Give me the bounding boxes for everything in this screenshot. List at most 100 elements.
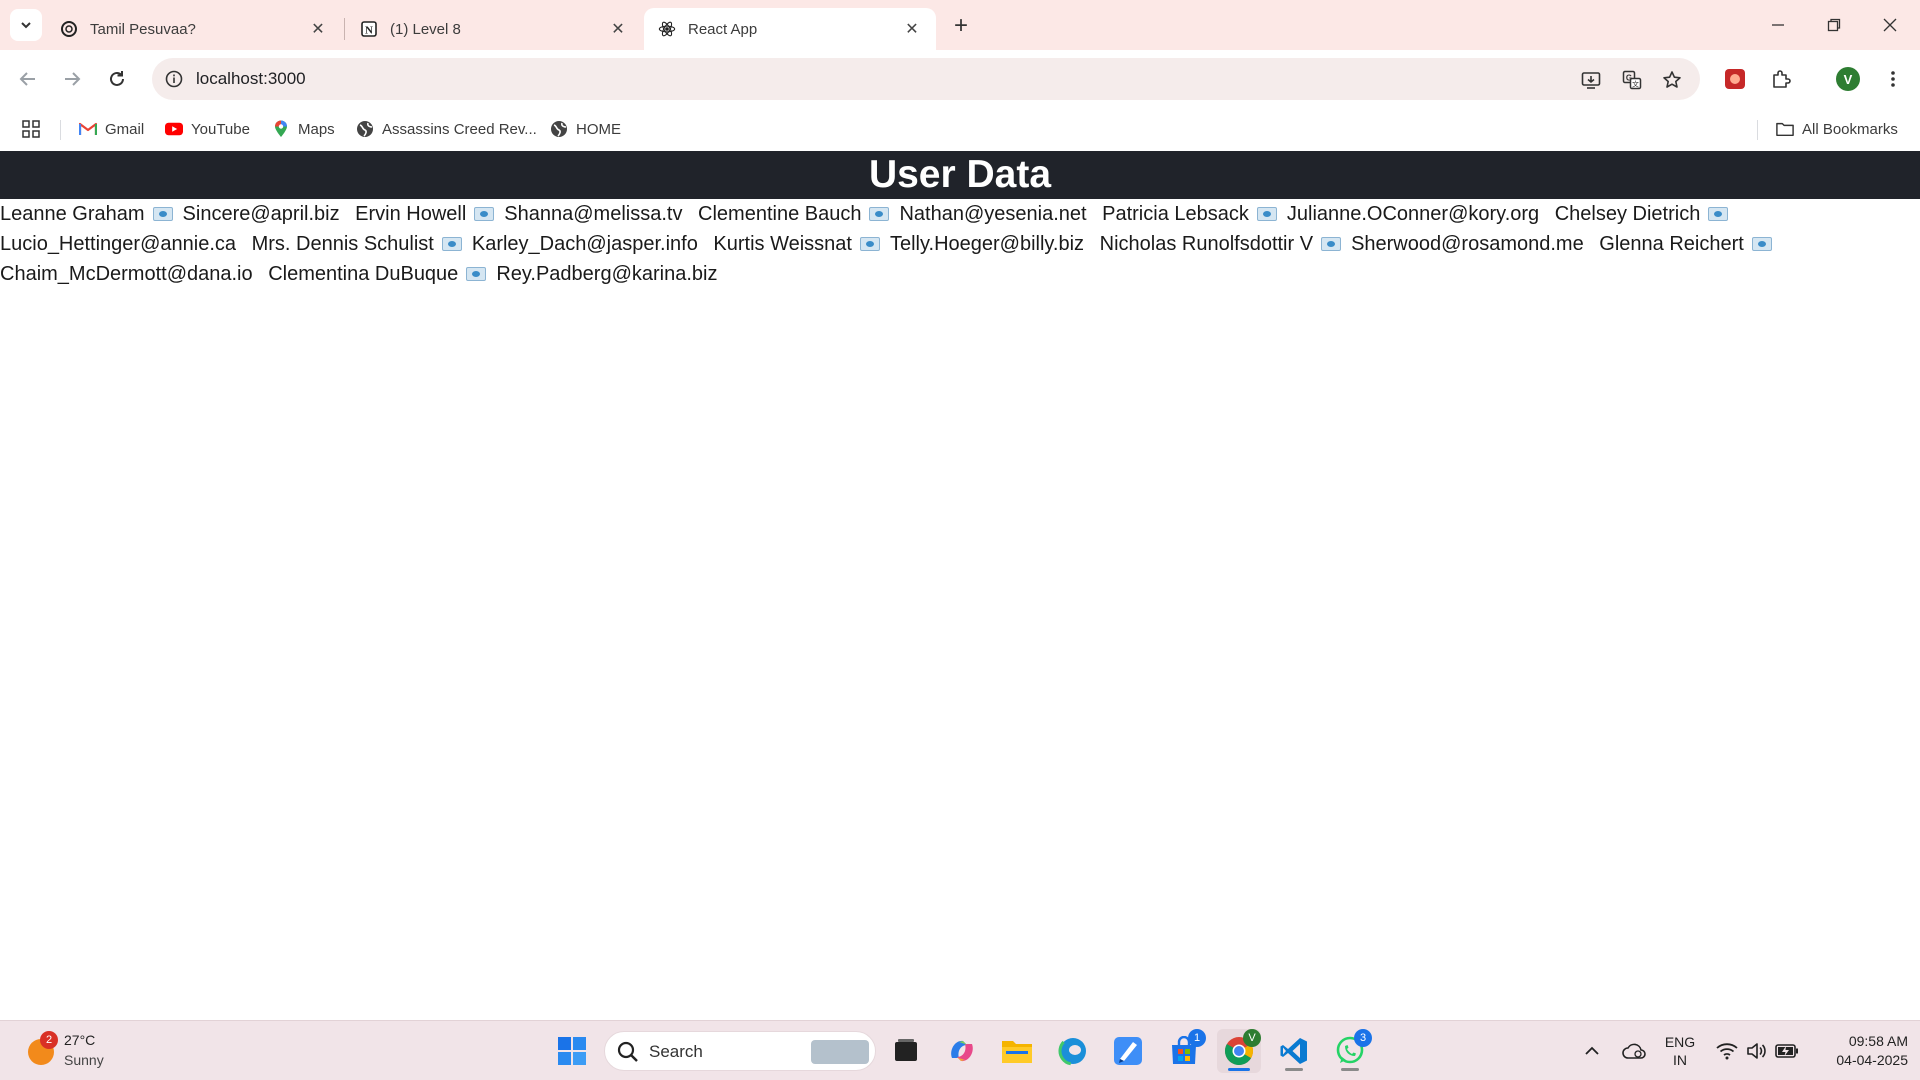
user-email: Telly.Hoeger@billy.biz [889,233,1085,255]
globe-icon [550,120,568,138]
extension-app-icon [1725,69,1745,89]
all-bookmarks-button[interactable]: All Bookmarks [1776,115,1898,143]
email-icon [1256,207,1277,221]
user-item: Leanne Graham Sincere@april.biz [0,203,350,225]
cloud-sync-button[interactable] [1618,1021,1650,1080]
user-item: Nicholas Runolfsdottir V Sherwood@rosamon… [1100,233,1594,255]
show-hidden-icons-button[interactable] [1578,1021,1606,1080]
clock-time: 09:58 AM [1848,1033,1908,1049]
taskbar-edge[interactable] [1051,1029,1095,1073]
tab-search-button[interactable] [10,9,42,41]
restore-button[interactable] [1806,0,1862,50]
user-email: Chaim_McDermott@dana.io [0,263,253,285]
bookmark-assassins-creed[interactable]: Assassins Creed Rev... [356,115,537,143]
user-list: Leanne Graham Sincere@april.biz Ervin How… [0,199,1920,289]
edge-icon [1058,1036,1088,1066]
user-item: Patricia Lebsack Julianne.OConner@kory.or… [1102,203,1549,225]
weather-widget[interactable]: 2 27°C Sunny [24,1031,164,1073]
email-icon [869,207,890,221]
notification-badge: 1 [1188,1029,1206,1047]
minimize-icon [1772,24,1784,26]
tab-react-app[interactable]: React App ✕ [644,8,936,50]
taskbar-search[interactable]: Search [604,1031,876,1071]
start-button[interactable] [550,1029,594,1073]
bookmarks-bar: Gmail YouTube Maps Assassins Creed Rev..… [0,108,1920,151]
bookmark-label: HOME [576,120,621,138]
site-info-icon[interactable] [162,67,186,91]
close-window-button[interactable] [1862,0,1918,50]
user-name: Patricia Lebsack [1102,203,1249,225]
weather-temperature: 27°C [64,1032,96,1048]
bookmark-label: Maps [298,120,335,138]
minimize-button[interactable] [1750,0,1806,50]
bookmark-maps[interactable]: Maps [272,115,335,143]
network-button[interactable] [1712,1021,1742,1080]
user-name: Leanne Graham [0,203,145,225]
weather-condition: Sunny [64,1052,104,1068]
forward-button[interactable] [56,63,88,95]
apps-button[interactable] [22,115,40,143]
translate-icon[interactable]: G文 [1619,67,1645,93]
user-name: Kurtis Weissnat [713,233,852,255]
bookmark-label: YouTube [191,120,250,138]
bookmark-youtube[interactable]: YouTube [165,115,250,143]
folder-icon [1002,1041,1032,1063]
taskbar-clock[interactable]: 09:58 AM 04-04-2025 [1808,1032,1908,1070]
new-tab-button[interactable]: + [945,10,977,42]
taskbar-copilot[interactable] [940,1029,984,1073]
page-viewport: User Data Leanne Graham Sincere@april.biz… [0,151,1920,1020]
task-view-button[interactable] [884,1029,928,1073]
taskbar-file-explorer[interactable] [995,1029,1039,1073]
bookmark-star-icon[interactable] [1659,67,1685,93]
notion-icon: N [360,20,378,38]
install-app-icon[interactable] [1578,67,1604,93]
input-language-indicator[interactable]: ENG IN [1658,1033,1702,1069]
taskbar-draw-app[interactable] [1106,1029,1150,1073]
close-tab-icon[interactable]: ✕ [308,19,328,39]
bookmark-home[interactable]: HOME [550,115,621,143]
url-text[interactable]: localhost:3000 [196,69,306,89]
tab-level-8[interactable]: N (1) Level 8 ✕ [346,8,642,50]
tab-title: (1) Level 8 [390,20,461,38]
volume-button[interactable] [1742,1021,1772,1080]
restore-icon [1827,18,1841,32]
user-email: Julianne.OConner@kory.org [1286,203,1540,225]
email-icon [1708,207,1729,221]
user-email: Nathan@yesenia.net [899,203,1087,225]
react-icon [658,20,676,38]
vscode-icon [1280,1038,1307,1064]
cloud-icon [1622,1043,1646,1059]
puzzle-icon [1773,70,1791,88]
close-tab-icon[interactable]: ✕ [608,19,628,39]
page-header: User Data [0,151,1920,199]
taskbar-whatsapp[interactable]: 3 [1328,1029,1372,1073]
reload-button[interactable] [101,63,133,95]
running-app-indicator [1285,1068,1303,1071]
address-bar[interactable]: localhost:3000 G文 [152,58,1700,100]
taskbar-chrome[interactable]: V [1217,1029,1261,1073]
battery-button[interactable] [1772,1021,1802,1080]
email-icon [1321,237,1342,251]
tab-tamil-pesuvaa[interactable]: Tamil Pesuvaa? ✕ [46,8,342,50]
search-highlight-image [811,1040,869,1064]
bookmark-gmail[interactable]: Gmail [79,115,144,143]
copilot-icon [951,1040,973,1062]
tab-title: React App [688,20,758,38]
tab-strip: Tamil Pesuvaa? ✕ N (1) Level 8 ✕ React A… [0,0,1920,50]
taskbar-store[interactable]: 1 [1162,1029,1206,1073]
email-icon [152,207,173,221]
openai-icon [60,20,78,38]
extensions-menu-button[interactable] [1765,63,1797,95]
browser-menu-button[interactable] [1877,63,1909,95]
browser-toolbar: localhost:3000 G文 V [0,50,1920,108]
close-tab-icon[interactable]: ✕ [902,19,922,39]
taskbar-vscode[interactable] [1272,1029,1316,1073]
back-button[interactable] [12,63,44,95]
extension-button[interactable] [1719,63,1751,95]
maps-icon [272,120,290,138]
taskbar: 2 27°C Sunny Search 1 V 3 ENG IN 09:58 A… [0,1020,1920,1080]
chevron-up-icon [1585,1046,1599,1055]
profile-badge: V [1243,1029,1261,1047]
profile-button[interactable]: V [1832,63,1864,95]
chevron-down-icon [21,22,31,29]
